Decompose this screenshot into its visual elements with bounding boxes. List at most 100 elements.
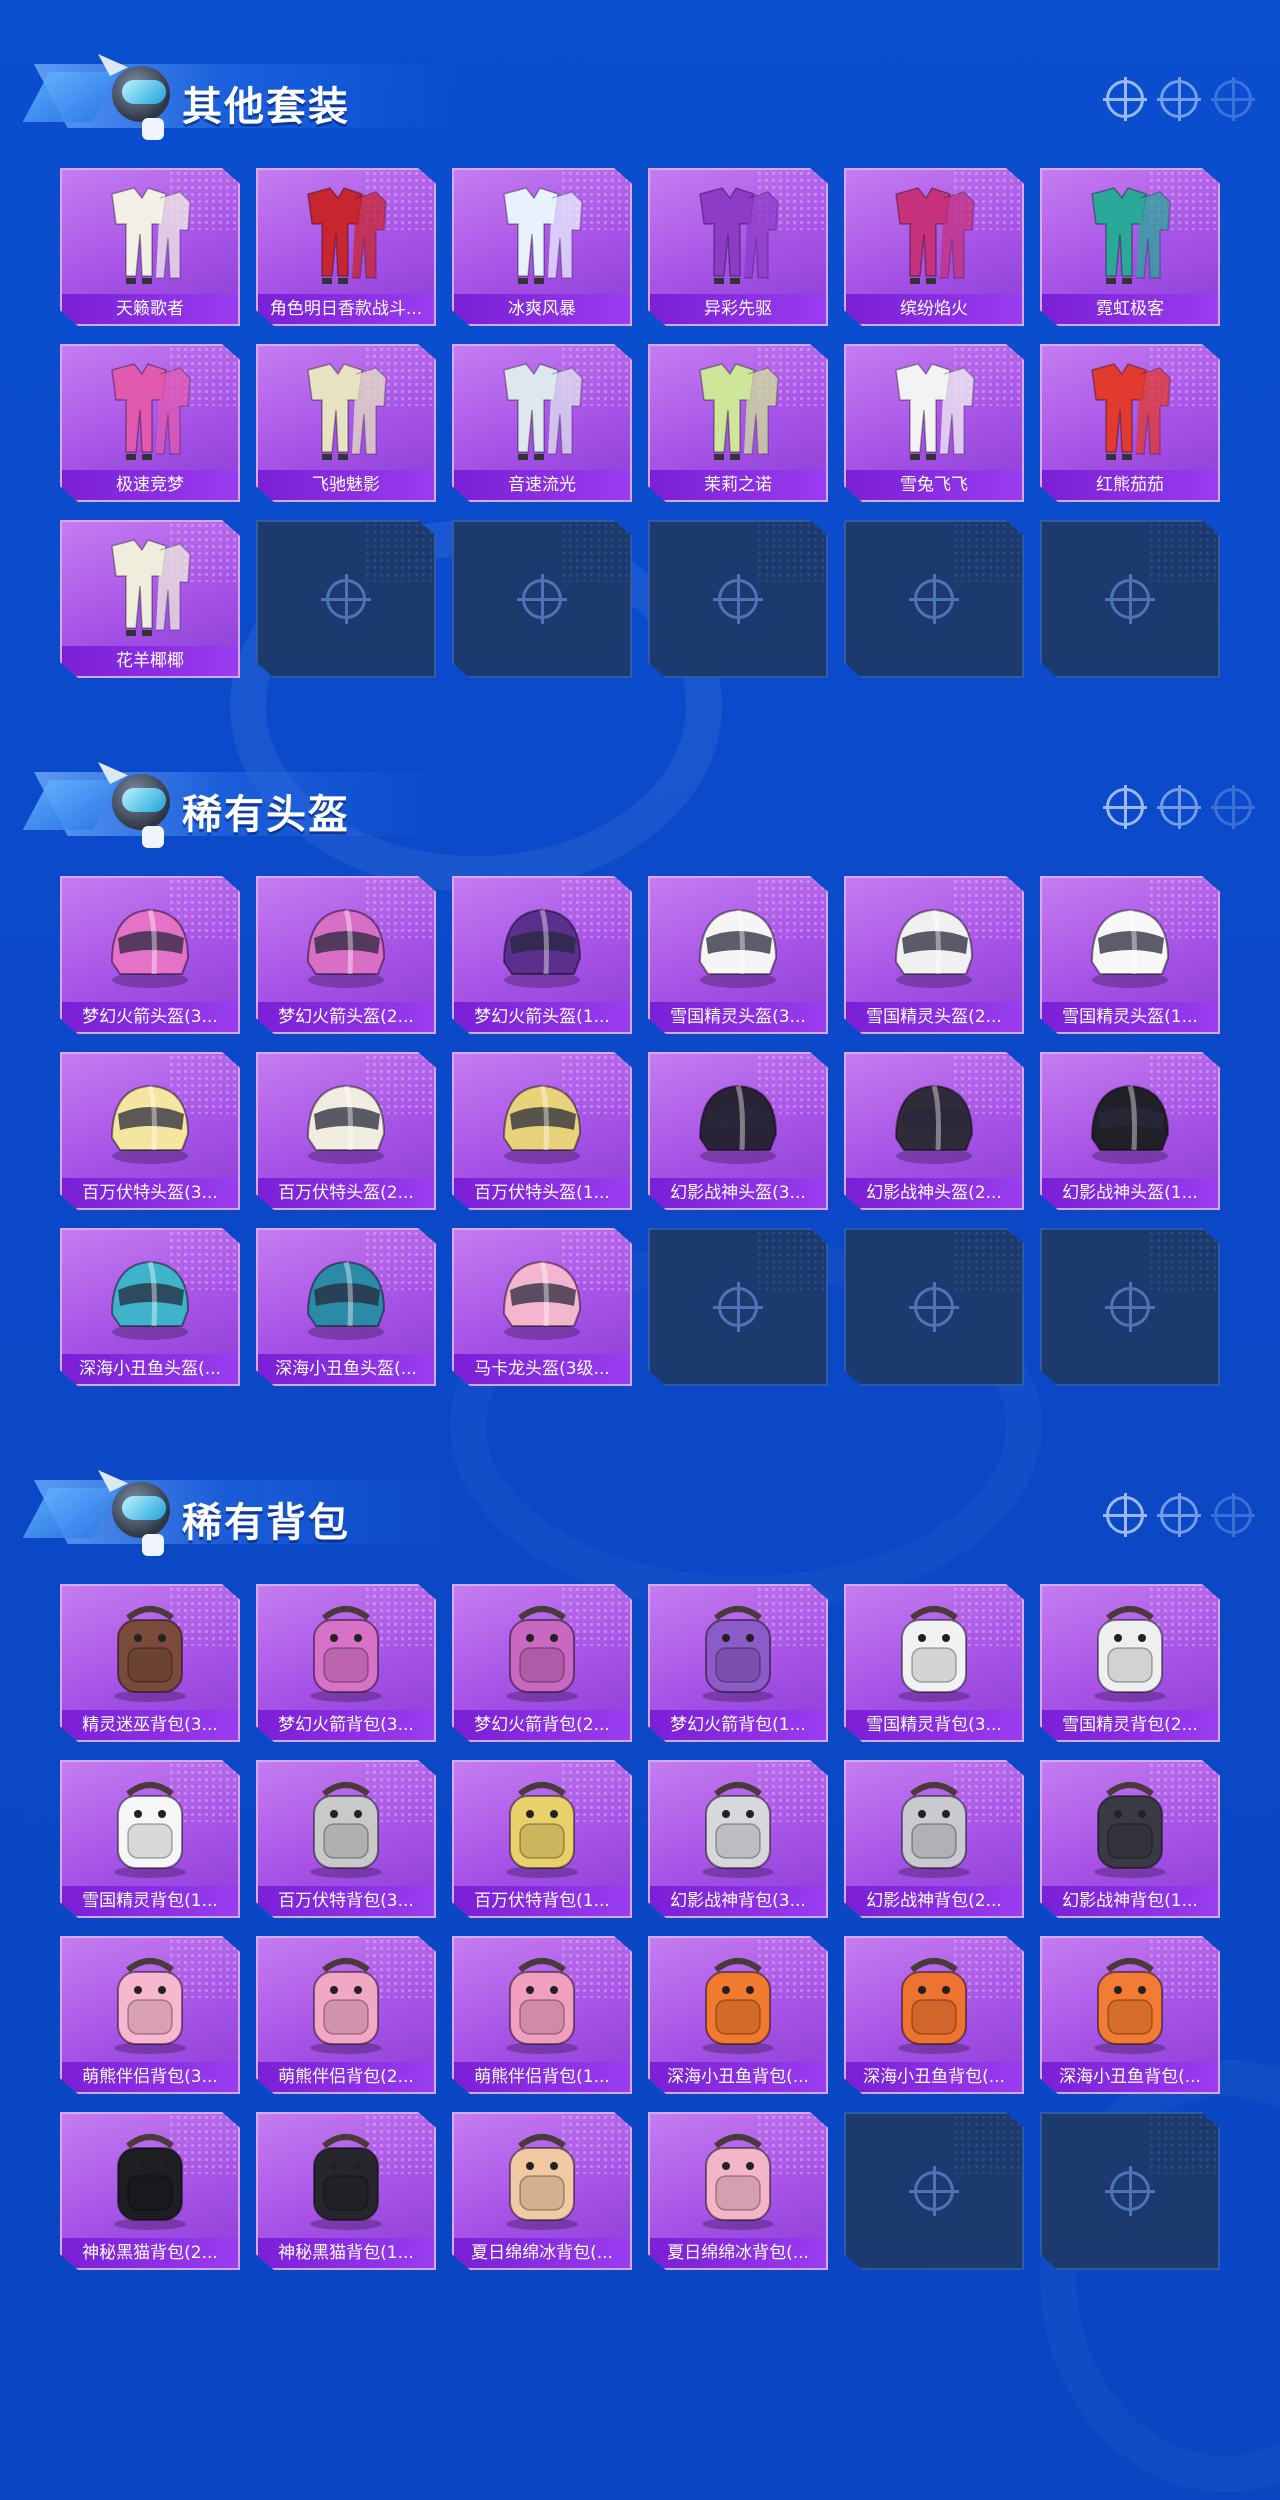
- item-card[interactable]: 音速流光: [452, 344, 632, 502]
- backpack-icon: [1094, 1782, 1166, 1878]
- item-card[interactable]: 幻影战神头盔(1...: [1040, 1052, 1220, 1210]
- item-card[interactable]: 百万伏特背包(3...: [256, 1760, 436, 1918]
- crosshair-icon: [1105, 2166, 1155, 2216]
- crosshair-icon: [1103, 1493, 1147, 1537]
- item-label: 萌熊伴侣背包(1...: [454, 2062, 630, 2092]
- item-card[interactable]: 雪国精灵背包(3...: [844, 1584, 1024, 1742]
- outfit-icon: [895, 187, 975, 284]
- item-card[interactable]: 幻影战神头盔(2...: [844, 1052, 1024, 1210]
- item-label: 梦幻火箭头盔(3...: [62, 1002, 238, 1032]
- item-label: 神秘黑猫背包(1...: [258, 2238, 434, 2268]
- item-card[interactable]: 梦幻火箭头盔(1...: [452, 876, 632, 1034]
- item-card[interactable]: 梦幻火箭背包(2...: [452, 1584, 632, 1742]
- item-card[interactable]: 幻影战神背包(3...: [648, 1760, 828, 1918]
- item-card[interactable]: 百万伏特背包(1...: [452, 1760, 632, 1918]
- section-3: 稀有背包 精灵迷巫背包(3... 梦幻火箭背包(3... 梦幻火箭背包(2...: [0, 1454, 1280, 2288]
- crosshair-icon: [517, 574, 567, 624]
- item-card[interactable]: 幻影战神背包(1...: [1040, 1760, 1220, 1918]
- item-grid: 梦幻火箭头盔(3... 梦幻火箭头盔(2... 梦幻火箭头盔(1... 雪国精灵…: [60, 876, 1220, 1386]
- item-card[interactable]: 角色明日香款战斗...: [256, 168, 436, 326]
- item-card[interactable]: 梦幻火箭背包(1...: [648, 1584, 828, 1742]
- item-label: 幻影战神头盔(2...: [846, 1178, 1022, 1208]
- empty-slot: [648, 1228, 828, 1386]
- dot-pattern: [952, 1230, 1022, 1290]
- item-card[interactable]: 飞驰魅影: [256, 344, 436, 502]
- item-card[interactable]: 幻影战神头盔(3...: [648, 1052, 828, 1210]
- item-card[interactable]: 梦幻火箭头盔(2...: [256, 876, 436, 1034]
- section-1: 其他套装 天籁歌者 角色明日香款战斗... 冰爽风暴 异彩先驱 缤纷焰火 霓虹极…: [0, 38, 1280, 696]
- item-card[interactable]: 异彩先驱: [648, 168, 828, 326]
- item-card[interactable]: 百万伏特头盔(3...: [60, 1052, 240, 1210]
- item-card[interactable]: 雪国精灵头盔(1...: [1040, 876, 1220, 1034]
- helmet-icon: [306, 1084, 386, 1164]
- item-card[interactable]: 百万伏特头盔(1...: [452, 1052, 632, 1210]
- item-label: 茉莉之诺: [650, 470, 826, 500]
- backpack-icon: [506, 2134, 578, 2230]
- item-card[interactable]: 马卡龙头盔(3级...: [452, 1228, 632, 1386]
- item-card[interactable]: 天籁歌者: [60, 168, 240, 326]
- backpack-icon: [114, 2134, 186, 2230]
- item-card[interactable]: 梦幻火箭背包(3...: [256, 1584, 436, 1742]
- empty-slot: [1040, 520, 1220, 678]
- empty-slot: [844, 2112, 1024, 2270]
- item-card[interactable]: 深海小丑鱼背包(...: [648, 1936, 828, 2094]
- item-label: 红熊茄茄: [1042, 470, 1218, 500]
- crosshair-decoration: [1090, 77, 1270, 124]
- dot-pattern: [1148, 2114, 1218, 2174]
- section-header: 稀有背包: [22, 1454, 1270, 1564]
- item-card[interactable]: 百万伏特头盔(2...: [256, 1052, 436, 1210]
- crosshair-icon: [713, 574, 763, 624]
- item-card[interactable]: 神秘黑猫背包(1...: [256, 2112, 436, 2270]
- mascot-icon: [98, 756, 190, 848]
- item-card[interactable]: 冰爽风暴: [452, 168, 632, 326]
- item-card[interactable]: 霓虹极客: [1040, 168, 1220, 326]
- item-card[interactable]: 深海小丑鱼背包(...: [844, 1936, 1024, 2094]
- item-label: 梦幻火箭背包(3...: [258, 1710, 434, 1740]
- backpack-icon: [114, 1606, 186, 1702]
- item-card[interactable]: 雪兔飞飞: [844, 344, 1024, 502]
- item-card[interactable]: 极速竞梦: [60, 344, 240, 502]
- item-card[interactable]: 幻影战神背包(2...: [844, 1760, 1024, 1918]
- item-label: 角色明日香款战斗...: [258, 294, 434, 324]
- item-card[interactable]: 精灵迷巫背包(3...: [60, 1584, 240, 1742]
- item-card[interactable]: 雪国精灵头盔(2...: [844, 876, 1024, 1034]
- item-card[interactable]: 深海小丑鱼头盔(...: [60, 1228, 240, 1386]
- crosshair-icon: [1105, 574, 1155, 624]
- dot-pattern: [560, 522, 630, 582]
- item-card[interactable]: 红熊茄茄: [1040, 344, 1220, 502]
- item-card[interactable]: 雪国精灵头盔(3...: [648, 876, 828, 1034]
- item-card[interactable]: 神秘黑猫背包(2...: [60, 2112, 240, 2270]
- item-card[interactable]: 茉莉之诺: [648, 344, 828, 502]
- item-label: 幻影战神背包(1...: [1042, 1886, 1218, 1916]
- crosshair-icon: [1157, 77, 1201, 121]
- item-label: 雪国精灵头盔(1...: [1042, 1002, 1218, 1032]
- dot-pattern: [1148, 522, 1218, 582]
- item-card[interactable]: 梦幻火箭头盔(3...: [60, 876, 240, 1034]
- item-card[interactable]: 缤纷焰火: [844, 168, 1024, 326]
- item-label: 霓虹极客: [1042, 294, 1218, 324]
- item-label: 飞驰魅影: [258, 470, 434, 500]
- item-card[interactable]: 萌熊伴侣背包(2...: [256, 1936, 436, 2094]
- item-card[interactable]: 萌熊伴侣背包(3...: [60, 1936, 240, 2094]
- outfit-icon: [111, 539, 191, 636]
- empty-slot: [648, 520, 828, 678]
- item-label: 马卡龙头盔(3级...: [454, 1354, 630, 1384]
- crosshair-icon: [1211, 1493, 1255, 1537]
- crosshair-decoration: [1090, 785, 1270, 832]
- item-card[interactable]: 夏日绵绵冰背包(...: [452, 2112, 632, 2270]
- item-card[interactable]: 深海小丑鱼背包(...: [1040, 1936, 1220, 2094]
- item-card[interactable]: 花羊椰椰: [60, 520, 240, 678]
- item-label: 雪国精灵背包(2...: [1042, 1710, 1218, 1740]
- crosshair-icon: [321, 574, 371, 624]
- item-label: 梦幻火箭背包(1...: [650, 1710, 826, 1740]
- item-card[interactable]: 雪国精灵背包(2...: [1040, 1584, 1220, 1742]
- empty-slot: [844, 1228, 1024, 1386]
- item-card[interactable]: 萌熊伴侣背包(1...: [452, 1936, 632, 2094]
- crosshair-icon: [1105, 1282, 1155, 1332]
- helmet-icon: [502, 1260, 582, 1340]
- item-label: 雪国精灵背包(3...: [846, 1710, 1022, 1740]
- item-card[interactable]: 夏日绵绵冰背包(...: [648, 2112, 828, 2270]
- item-card[interactable]: 深海小丑鱼头盔(...: [256, 1228, 436, 1386]
- dot-pattern: [952, 522, 1022, 582]
- item-card[interactable]: 雪国精灵背包(1...: [60, 1760, 240, 1918]
